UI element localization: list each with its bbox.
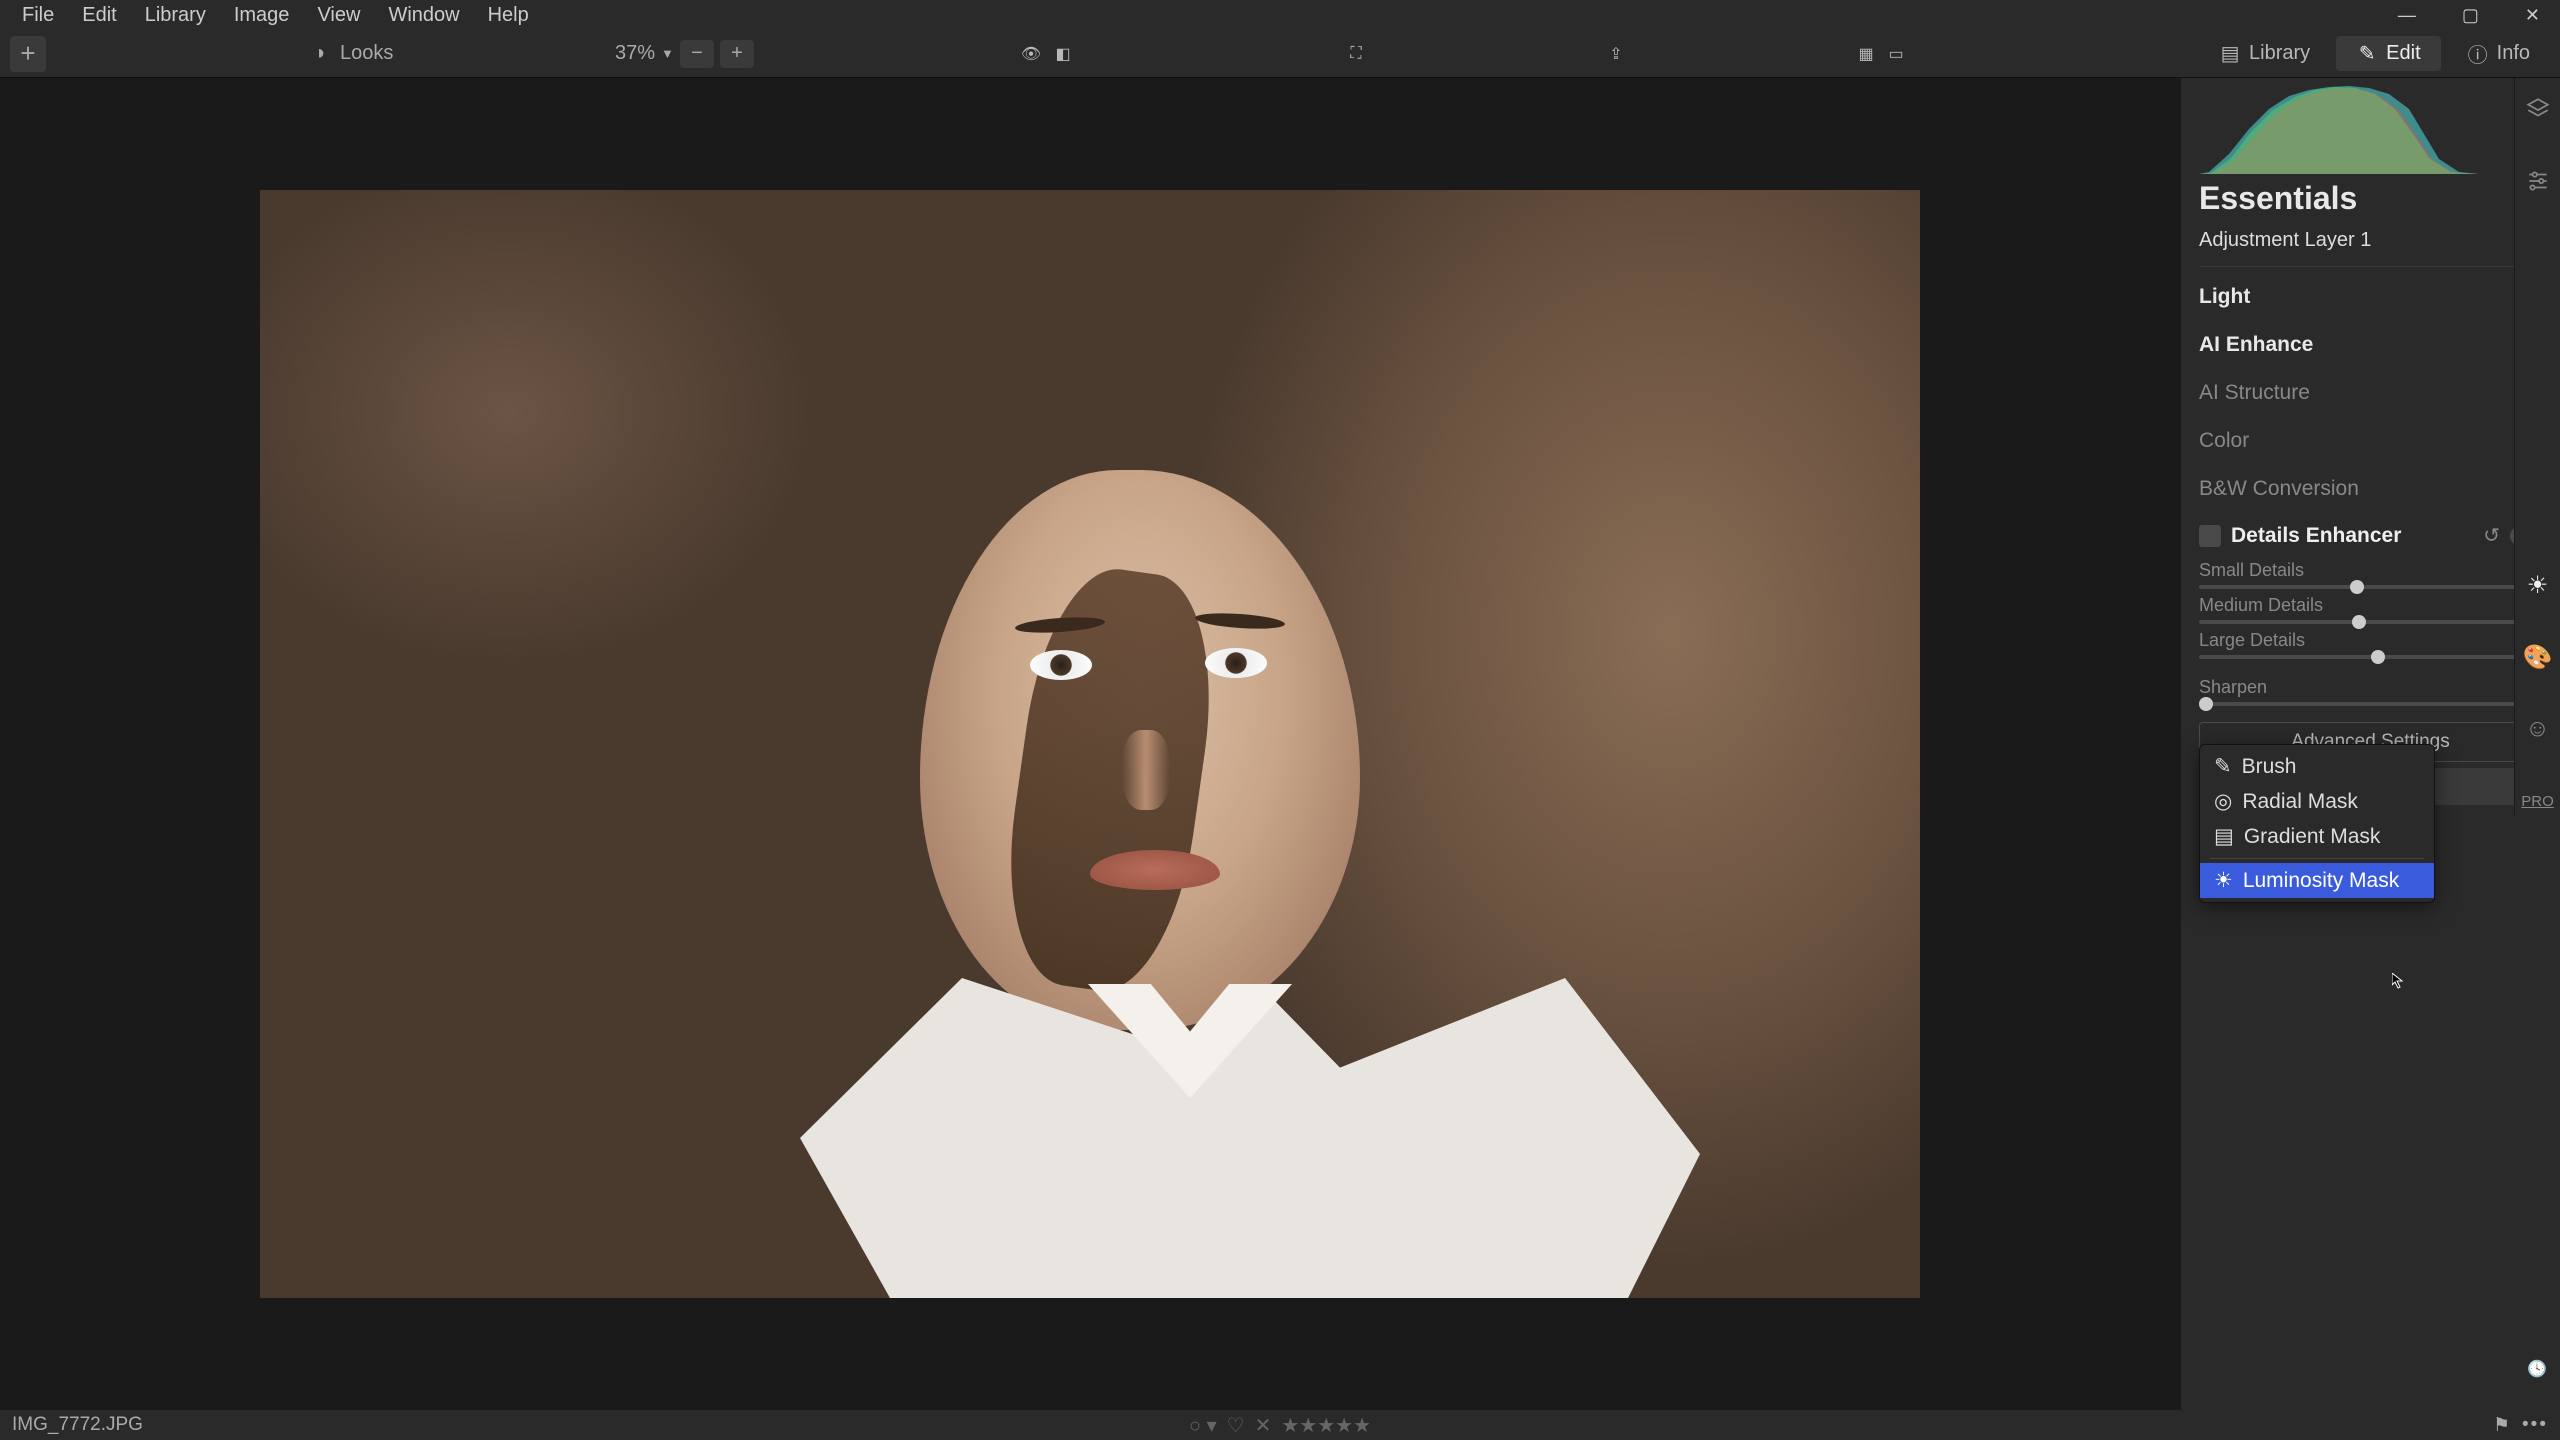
preview-eye-icon[interactable]: 👁	[1020, 43, 1042, 65]
mask-brush[interactable]: ✎Brush	[2200, 749, 2434, 784]
history-icon[interactable]: 🕓	[2522, 1354, 2552, 1384]
toolbar: + ◑ Looks 37% ▼ − + 👁 ◧ ⛶ ⇪ ▦ ▭ ▤ Librar…	[0, 30, 2560, 78]
looks-icon: ◑	[308, 43, 330, 65]
menu-file[interactable]: File	[8, 4, 68, 27]
portrait-category-icon[interactable]: ☺	[2523, 714, 2553, 744]
sliders-icon[interactable]	[2523, 166, 2553, 196]
grid-view-icon[interactable]: ▦	[1855, 43, 1877, 65]
menu-edit[interactable]: Edit	[68, 4, 130, 27]
radial-icon: ◎	[2214, 789, 2232, 814]
medium-details-slider[interactable]	[2199, 620, 2542, 624]
color-tag-picker[interactable]: ○ ▾	[1189, 1413, 1217, 1438]
histogram[interactable]	[2199, 84, 2479, 174]
crop-icon[interactable]: ⛶	[1345, 43, 1367, 65]
mask-gradient[interactable]: ▤Gradient Mask	[2200, 819, 2434, 854]
essentials-category-icon[interactable]: ☀	[2523, 570, 2553, 600]
zoom-value[interactable]: 37%	[615, 42, 655, 65]
menu-view[interactable]: View	[303, 4, 374, 27]
window-minimize-icon[interactable]: —	[2384, 5, 2430, 26]
window-maximize-icon[interactable]: ▢	[2448, 5, 2493, 26]
tool-color[interactable]: Color	[2199, 417, 2542, 465]
panel-title: Essentials	[2199, 180, 2542, 217]
small-details-label: Small Details	[2199, 560, 2304, 581]
menu-library[interactable]: Library	[131, 4, 220, 27]
filename-label: IMG_7772.JPG	[12, 1414, 143, 1436]
medium-details-label: Medium Details	[2199, 595, 2323, 616]
tab-edit[interactable]: ✎ Edit	[2336, 36, 2440, 71]
tool-bw[interactable]: B&W Conversion	[2199, 465, 2542, 513]
info-icon: ⓘ	[2467, 43, 2489, 65]
luminosity-icon: ☀	[2214, 868, 2233, 893]
tab-library[interactable]: ▤ Library	[2199, 36, 2330, 71]
reject-icon[interactable]: ✕	[1255, 1413, 1272, 1438]
more-menu-icon[interactable]: •••	[2522, 1414, 2548, 1436]
edit-icon: ✎	[2356, 43, 2378, 65]
zoom-dropdown-icon[interactable]: ▼	[661, 46, 674, 61]
photo-preview	[260, 190, 1920, 1298]
brush-icon: ✎	[2214, 754, 2232, 779]
large-details-slider[interactable]	[2199, 655, 2542, 659]
edit-panel: Essentials Adjustment Layer 1 Light AI E…	[2180, 78, 2560, 1410]
layer-name[interactable]: Adjustment Layer 1	[2199, 229, 2542, 252]
large-details-label: Large Details	[2199, 630, 2305, 651]
tool-ai-enhance[interactable]: AI Enhance	[2199, 321, 2542, 369]
favorite-heart-icon[interactable]: ♡	[1227, 1413, 1245, 1438]
menubar: File Edit Library Image View Window Help…	[0, 0, 2560, 30]
tool-ai-structure[interactable]: AI Structure	[2199, 369, 2542, 417]
creative-category-icon[interactable]: 🎨	[2523, 642, 2553, 672]
add-button[interactable]: +	[10, 36, 46, 72]
sharpen-slider[interactable]	[2199, 702, 2542, 706]
looks-button[interactable]: ◑ Looks	[308, 42, 393, 65]
star-rating[interactable]: ★★★★★	[1281, 1413, 1371, 1438]
category-rail: ☀ 🎨 ☺ PRO	[2514, 78, 2560, 816]
small-details-slider[interactable]	[2199, 585, 2542, 589]
sharpen-label: Sharpen	[2199, 677, 2267, 698]
menu-help[interactable]: Help	[474, 4, 543, 27]
window-close-icon[interactable]: ✕	[2511, 5, 2554, 26]
tool-light[interactable]: Light	[2199, 273, 2542, 321]
reset-icon[interactable]: ↺	[2483, 523, 2500, 548]
gradient-icon: ▤	[2214, 824, 2234, 849]
mask-radial[interactable]: ◎Radial Mask	[2200, 784, 2434, 819]
mask-dropdown-menu: ✎Brush ◎Radial Mask ▤Gradient Mask ☀Lumi…	[2199, 744, 2435, 903]
export-icon[interactable]: ⇪	[1605, 43, 1627, 65]
canvas-area[interactable]	[0, 78, 2180, 1410]
flag-icon[interactable]: ⚑	[2493, 1414, 2510, 1437]
library-icon: ▤	[2219, 43, 2241, 65]
zoom-out-button[interactable]: −	[680, 40, 714, 68]
looks-label: Looks	[340, 42, 393, 65]
single-view-icon[interactable]: ▭	[1885, 43, 1907, 65]
compare-icon[interactable]: ◧	[1052, 43, 1074, 65]
layers-icon[interactable]	[2523, 94, 2553, 124]
mask-luminosity[interactable]: ☀Luminosity Mask	[2200, 863, 2434, 898]
pro-category-label[interactable]: PRO	[2523, 786, 2553, 816]
menu-image[interactable]: Image	[220, 4, 304, 27]
tab-info[interactable]: ⓘ Info	[2447, 36, 2550, 71]
statusbar: IMG_7772.JPG ○ ▾ ♡ ✕ ★★★★★ ⚑ •••	[0, 1410, 2560, 1440]
details-icon	[2199, 525, 2221, 547]
tool-details-enhancer[interactable]: Details Enhancer ↺	[2199, 513, 2542, 554]
zoom-in-button[interactable]: +	[720, 40, 754, 68]
menu-window[interactable]: Window	[374, 4, 473, 27]
